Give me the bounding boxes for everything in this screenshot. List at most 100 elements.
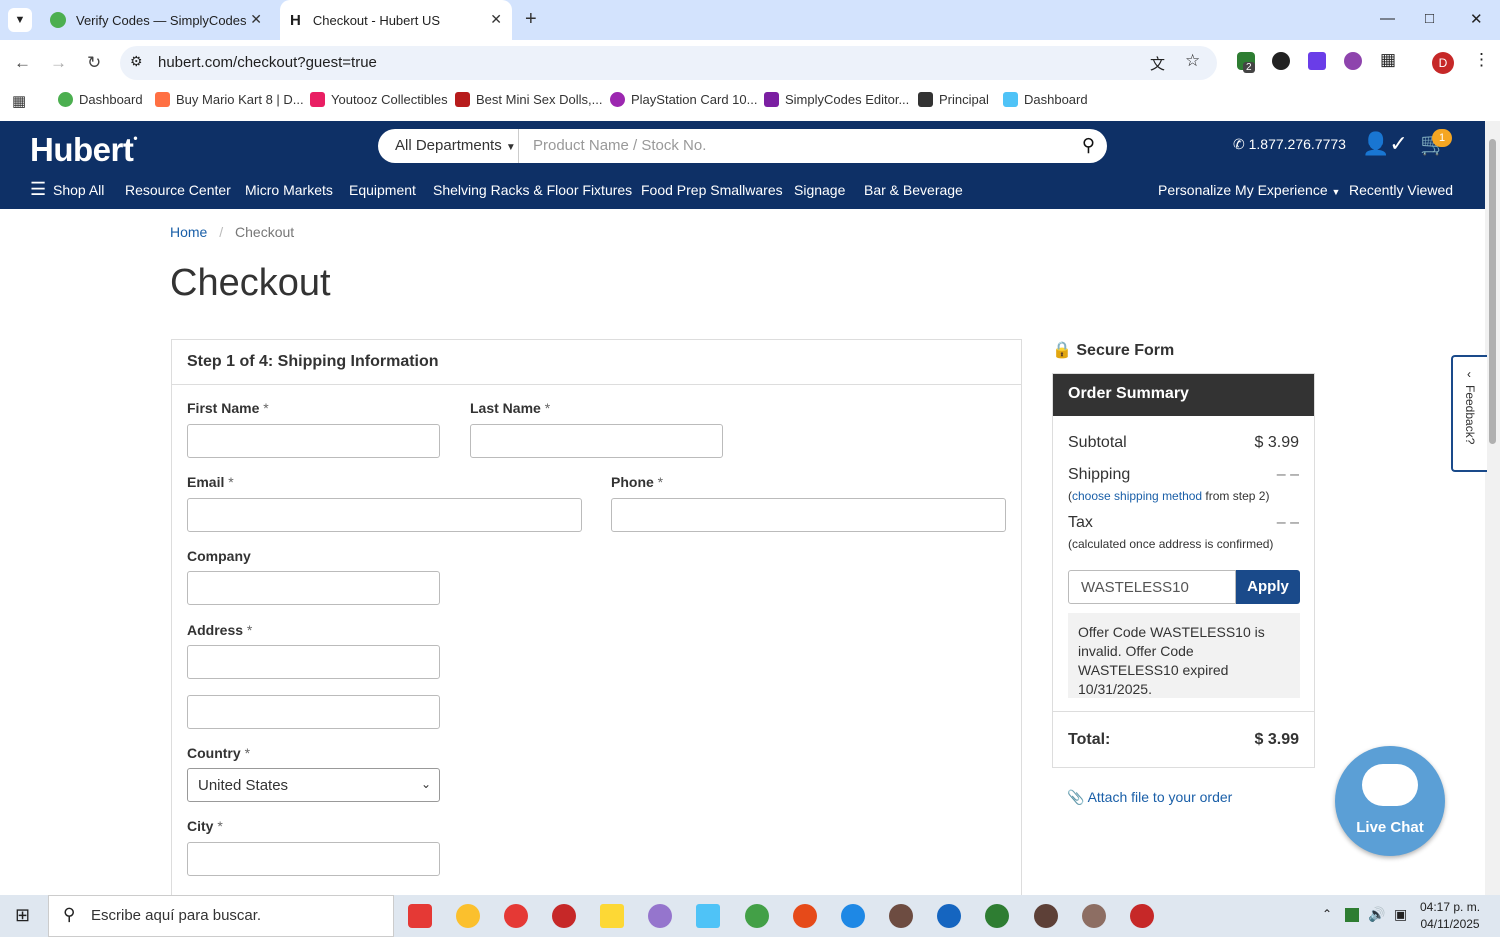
department-select[interactable]: All Departments ▼ [395, 137, 516, 154]
reload-icon[interactable]: ↻ [87, 53, 101, 73]
account-icon[interactable]: 👤✓ [1362, 131, 1408, 157]
close-tab-icon[interactable]: ✕ [490, 11, 502, 28]
tab-checkout[interactable]: H Checkout - Hubert US ✕ [280, 0, 512, 40]
last-name-input[interactable] [470, 424, 723, 458]
apps-grid-icon[interactable]: ▦ [12, 92, 26, 110]
total-divider [1053, 711, 1314, 712]
taskbar-clock[interactable]: 04:17 p. m. 04/11/2025 [1420, 899, 1480, 933]
lock-icon: 🔒 [1052, 342, 1072, 359]
last-name-label: Last Name * [470, 400, 551, 416]
attach-file-link[interactable]: 📎 Attach file to your order [1067, 789, 1232, 806]
menu-dots-icon[interactable]: ⋮ [1473, 50, 1490, 70]
site-info-icon[interactable]: ⚙ [130, 53, 143, 70]
extension-icon[interactable] [1344, 52, 1362, 70]
back-icon[interactable]: ← [14, 53, 31, 73]
paperclip-icon: 📎 [1067, 789, 1085, 805]
chrome-profile-icon[interactable] [793, 904, 817, 928]
translate-icon[interactable]: 文 [1150, 53, 1165, 74]
company-input[interactable] [187, 571, 440, 605]
nav-resource-center[interactable]: Resource Center [125, 182, 231, 198]
country-select[interactable]: United States ⌄ [187, 768, 440, 802]
scrollbar-thumb[interactable] [1489, 139, 1496, 444]
chrome-icon[interactable] [456, 904, 480, 928]
volume-icon[interactable]: 🔊 [1368, 906, 1385, 923]
opera-icon[interactable] [504, 904, 528, 928]
chrome-profile-icon[interactable] [889, 904, 913, 928]
simplycodes-editor-icon [764, 92, 779, 107]
network-icon[interactable]: ▣ [1394, 906, 1407, 923]
email-input[interactable] [187, 498, 582, 532]
live-chat-button[interactable]: Live Chat [1335, 746, 1445, 856]
phone-link[interactable]: ✆ 1.877.276.7773 [1233, 136, 1346, 153]
first-name-input[interactable] [187, 424, 440, 458]
bookmark-label: SimplyCodes Editor... [785, 92, 910, 107]
windows-start-icon[interactable]: ⊞ [15, 905, 30, 926]
bookmark-item[interactable]: Dashboard [1003, 92, 1088, 107]
bookmark-item[interactable]: SimplyCodes Editor... [764, 92, 909, 107]
page-scrollbar[interactable] [1485, 121, 1500, 895]
nav-signage[interactable]: Signage [794, 182, 845, 198]
chrome-profile-icon[interactable] [937, 904, 961, 928]
url-field[interactable]: ⚙ hubert.com/checkout?guest=true 文 ☆ [120, 46, 1217, 80]
feedback-tab[interactable]: ‹ Feedback? [1451, 355, 1487, 472]
close-window-icon[interactable]: ✕ [1470, 10, 1483, 28]
shipping-value: – – [1276, 466, 1299, 483]
chrome-profile-icon[interactable] [1034, 904, 1058, 928]
nav-equipment[interactable]: Equipment [349, 182, 416, 198]
nav-recently-viewed[interactable]: Recently Viewed [1349, 182, 1453, 198]
tray-app-icon[interactable] [1345, 908, 1359, 922]
wps-icon[interactable] [408, 904, 432, 928]
maximize-icon[interactable]: □ [1425, 10, 1434, 27]
search-input[interactable]: Product Name / Stock No. [533, 137, 706, 154]
chrome-profile-icon[interactable] [985, 904, 1009, 928]
new-tab-icon[interactable]: + [525, 8, 537, 31]
nav-micro-markets[interactable]: Micro Markets [245, 182, 333, 198]
bookmark-item[interactable]: Best Mini Sex Dolls,... [455, 92, 602, 107]
department-label: All Departments [395, 137, 502, 154]
bookmark-star-icon[interactable]: ☆ [1185, 51, 1200, 71]
hamburger-icon[interactable]: ☰ [30, 179, 46, 200]
nav-shelving[interactable]: Shelving Racks & Floor Fixtures [433, 182, 632, 198]
address-line2-input[interactable] [187, 695, 440, 729]
feather-icon[interactable] [648, 904, 672, 928]
app-icon[interactable] [552, 904, 576, 928]
address-line1-input[interactable] [187, 645, 440, 679]
hubert-logo[interactable]: Hubert• [30, 131, 138, 169]
phone-input[interactable] [611, 498, 1006, 532]
nav-shop-all[interactable]: Shop All [53, 182, 104, 198]
tab-list-button[interactable]: ▼ [8, 8, 32, 32]
choose-shipping-link[interactable]: choose shipping method [1072, 489, 1202, 503]
chrome-profile-icon[interactable] [841, 904, 865, 928]
file-explorer-icon[interactable] [600, 904, 624, 928]
chrome-profile-icon[interactable] [1082, 904, 1106, 928]
bookmark-item[interactable]: Dashboard [58, 92, 143, 107]
minimize-icon[interactable]: — [1380, 10, 1395, 27]
nav-personalize[interactable]: Personalize My Experience ▼ [1158, 182, 1340, 198]
apply-button[interactable]: Apply [1236, 570, 1300, 604]
nav-food-prep[interactable]: Food Prep Smallwares [641, 182, 783, 198]
extensions-puzzle-icon[interactable]: ▦ [1380, 50, 1396, 70]
chrome-profile-icon[interactable] [745, 904, 769, 928]
offer-code-input[interactable]: WASTELESS10 [1068, 570, 1236, 604]
nav-bar-beverage[interactable]: Bar & Beverage [864, 182, 963, 198]
city-input[interactable] [187, 842, 440, 876]
bookmark-item[interactable]: Principal [918, 92, 989, 107]
extension-icon[interactable] [1272, 52, 1290, 70]
bookmark-item[interactable]: Buy Mario Kart 8 | D... [155, 92, 304, 107]
forward-icon[interactable]: → [50, 53, 67, 73]
tab-title: Checkout - Hubert US [312, 12, 441, 28]
tab-simplycodes[interactable]: Verify Codes — SimplyCodes ✕ [42, 0, 272, 40]
close-tab-icon[interactable]: ✕ [250, 11, 262, 28]
total-row: Total: $ 3.99 [1068, 731, 1299, 749]
tray-chevron-icon[interactable]: ⌃ [1322, 907, 1332, 921]
profile-avatar[interactable]: D [1432, 52, 1454, 74]
search-icon[interactable]: ⚲ [1082, 135, 1095, 156]
bookmark-item[interactable]: PlayStation Card 10... [610, 92, 757, 107]
taskbar-search[interactable]: ⚲ Escribe aquí para buscar. [48, 895, 394, 937]
bookmark-item[interactable]: Youtooz Collectibles [310, 92, 448, 107]
offer-code-message: Offer Code WASTELESS10 is invalid. Offer… [1068, 613, 1300, 698]
chrome-profile-icon[interactable] [1130, 904, 1154, 928]
extension-icon[interactable] [1308, 52, 1326, 70]
breadcrumb-home[interactable]: Home [170, 224, 207, 240]
app-icon[interactable] [696, 904, 720, 928]
